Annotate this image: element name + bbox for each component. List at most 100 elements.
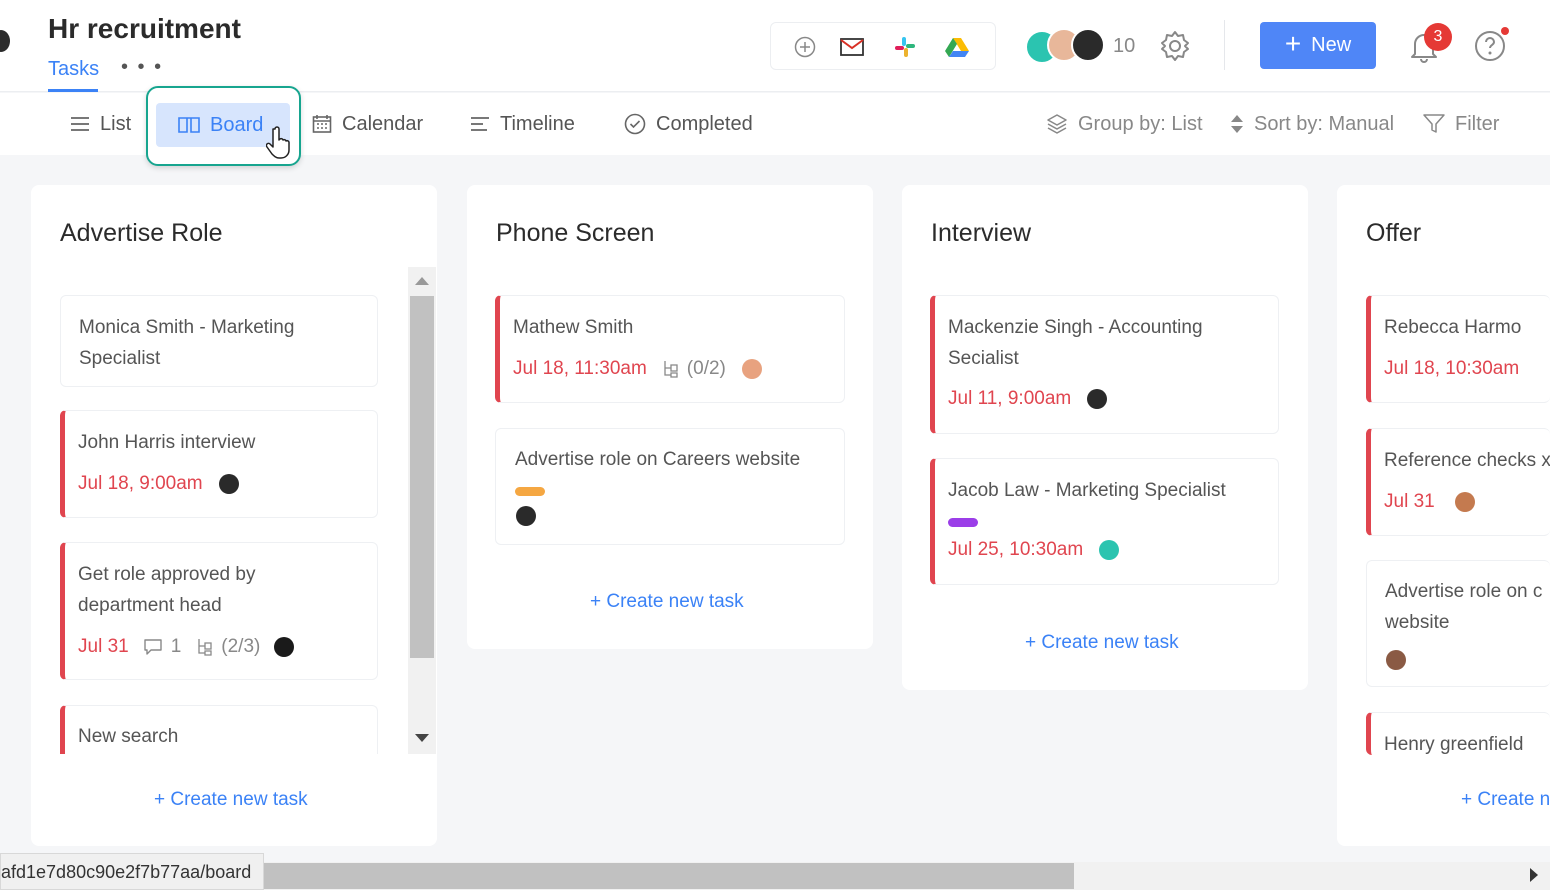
help-icon[interactable] — [1474, 30, 1506, 62]
assignee-avatar[interactable] — [741, 359, 762, 379]
app-header: Hr recruitment Tasks • • • 10 + New 3 — [0, 0, 1550, 92]
board-icon — [178, 117, 200, 133]
task-due-date: Jul 11, 9:00am — [948, 388, 1072, 409]
assignee-avatar[interactable] — [1087, 389, 1108, 409]
task-card[interactable]: Henry greenfield — [1366, 712, 1550, 755]
task-meta: Jul 18, 9:00am — [78, 473, 239, 495]
create-task-link[interactable]: + Create new task — [154, 789, 308, 811]
tab-tasks[interactable]: Tasks — [48, 58, 99, 81]
task-meta: Jul 11, 9:00am — [948, 388, 1108, 410]
task-meta: Jul 31 1 (2/3) — [78, 636, 295, 658]
slack-icon[interactable] — [892, 34, 918, 60]
task-title: Advertise role on Careers website — [515, 449, 801, 470]
task-meta: Jul 18, 10:30am — [1384, 358, 1519, 380]
task-meta: Jul 18, 11:30am (0/2) — [513, 358, 762, 380]
assignee-avatar[interactable] — [1454, 492, 1475, 512]
column-title: Offer — [1366, 219, 1422, 247]
column-scrollbar-thumb[interactable] — [410, 296, 434, 658]
assignee-avatar[interactable] — [1099, 540, 1120, 560]
task-card[interactable]: New search — [60, 705, 378, 754]
integrations-bar — [770, 22, 996, 70]
filter-control[interactable]: Filter — [1423, 93, 1499, 155]
task-title: John Harris interview — [78, 432, 256, 453]
task-title: Rebecca Harmo — [1384, 317, 1522, 338]
task-title-line: Get role approved by — [78, 564, 256, 585]
group-by-control[interactable]: Group by: List — [1046, 93, 1203, 155]
board-column-interview: Interview Mackenzie Singh - Accounting S… — [902, 185, 1308, 690]
task-title: Advertise role on c website — [1385, 576, 1542, 638]
member-avatars[interactable] — [1025, 28, 1115, 64]
column-title: Interview — [931, 219, 1032, 247]
create-task-link[interactable]: + Create n — [1461, 789, 1550, 811]
timeline-icon — [471, 117, 489, 131]
task-title: Monica Smith - Marketing Specialist — [79, 312, 294, 374]
task-card[interactable]: John Harris interview Jul 18, 9:00am — [60, 410, 378, 518]
task-title: Reference checks x — [1384, 450, 1550, 471]
sort-by-control[interactable]: Sort by: Manual — [1230, 93, 1394, 155]
task-due-date: Jul 31 — [1384, 491, 1435, 512]
plus-circle-icon[interactable] — [792, 34, 818, 60]
task-due-date: Jul 18, 9:00am — [78, 473, 203, 494]
group-by-label: Group by: List — [1078, 112, 1203, 135]
board-column-advertise-role: Advertise Role Monica Smith - Marketing … — [31, 185, 437, 846]
view-completed-label: Completed — [656, 112, 753, 135]
task-meta: Jul 25, 10:30am — [948, 539, 1120, 561]
task-title: Get role approved by department head — [78, 559, 255, 621]
scroll-up-arrow-icon[interactable] — [415, 277, 429, 286]
gear-icon[interactable] — [1158, 29, 1192, 63]
task-card[interactable]: Monica Smith - Marketing Specialist — [60, 295, 378, 387]
sidebar-toggle[interactable] — [0, 30, 10, 52]
task-tag — [948, 518, 978, 527]
comment-count: 1 — [170, 636, 182, 657]
google-drive-icon[interactable] — [944, 34, 970, 60]
scroll-right-arrow-icon[interactable] — [1530, 868, 1538, 882]
task-card[interactable]: Mackenzie Singh - Accounting Secialist J… — [930, 295, 1279, 434]
task-tag — [515, 487, 545, 496]
view-timeline[interactable]: Timeline — [470, 93, 575, 155]
scroll-down-arrow-icon[interactable] — [415, 734, 429, 743]
task-due-date: Jul 18, 11:30am — [513, 358, 647, 379]
task-card[interactable]: Mathew Smith Jul 18, 11:30am (0/2) — [495, 295, 845, 403]
task-due-date: Jul 18, 10:30am — [1384, 358, 1520, 379]
task-card[interactable]: Reference checks x Jul 31 — [1366, 428, 1550, 536]
task-card[interactable]: Get role approved by department head Jul… — [60, 542, 378, 680]
view-completed[interactable]: Completed — [624, 93, 753, 155]
status-url: afd1e7d80c90e2f7b77aa/board — [0, 853, 264, 890]
assignee-avatar[interactable] — [274, 637, 295, 657]
task-card[interactable]: Rebecca Harmo Jul 18, 10:30am — [1366, 295, 1550, 403]
new-button[interactable]: + New — [1260, 22, 1376, 69]
task-card[interactable]: Jacob Law - Marketing Specialist Jul 25,… — [930, 458, 1279, 585]
task-title: Jacob Law - Marketing Specialist — [948, 480, 1226, 501]
task-title-line: website — [1385, 612, 1450, 633]
list-icon — [71, 117, 89, 131]
assignee-avatar[interactable] — [1386, 650, 1406, 670]
task-title-line: Specialist — [79, 348, 161, 369]
board-column-phone-screen: Phone Screen Mathew Smith Jul 18, 11:30a… — [467, 185, 873, 649]
view-list[interactable]: List — [70, 93, 131, 155]
more-options-icon[interactable]: • • • — [121, 56, 163, 79]
create-task-link[interactable]: + Create new task — [1025, 632, 1179, 654]
new-button-label: New — [1311, 34, 1352, 56]
header-divider — [1224, 20, 1225, 70]
filter-label: Filter — [1455, 112, 1500, 135]
task-title: Mathew Smith — [513, 317, 634, 338]
help-indicator-dot — [1501, 27, 1509, 35]
task-card[interactable]: Advertise role on c website — [1366, 560, 1550, 687]
task-title: New search — [78, 726, 179, 747]
member-count: 10 — [1113, 35, 1136, 57]
subtask-icon — [198, 639, 212, 656]
task-title-line: Secialist — [948, 348, 1019, 369]
hand-cursor-icon — [266, 126, 290, 159]
subtask-count: (0/2) — [686, 358, 726, 379]
gmail-icon[interactable] — [839, 34, 865, 60]
assignee-avatar[interactable] — [218, 474, 239, 494]
assignee-avatar[interactable] — [516, 506, 536, 526]
calendar-icon — [312, 115, 332, 133]
create-task-link[interactable]: + Create new task — [590, 591, 744, 613]
task-card[interactable]: Advertise role on Careers website — [495, 428, 845, 545]
view-calendar[interactable]: Calendar — [312, 93, 423, 155]
horizontal-scrollbar-thumb[interactable] — [264, 863, 1074, 889]
task-due-date: Jul 31 — [78, 636, 129, 657]
avatar — [1071, 28, 1105, 62]
subtask-icon — [664, 361, 678, 378]
